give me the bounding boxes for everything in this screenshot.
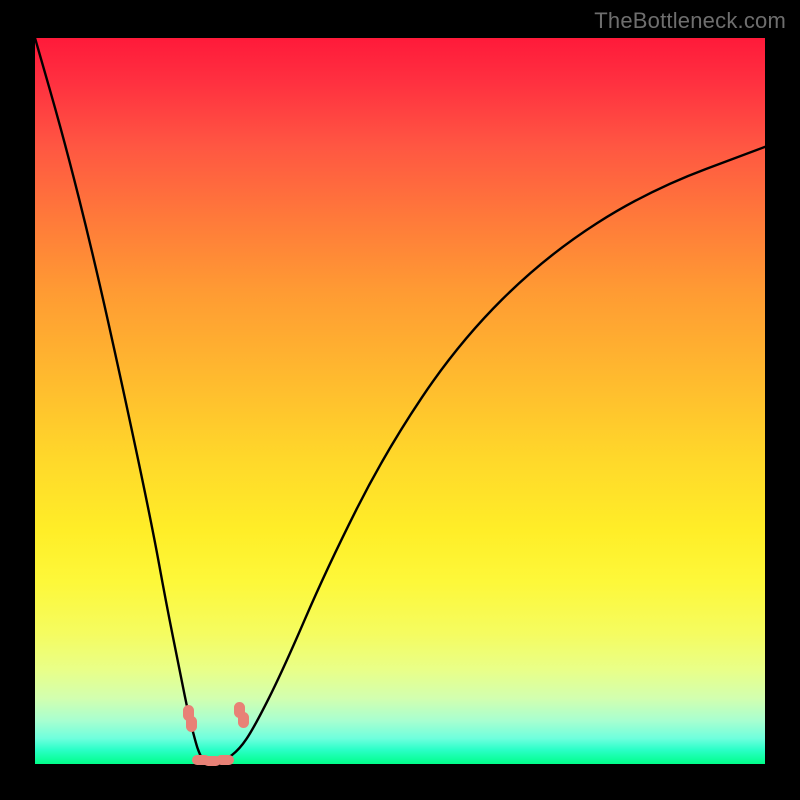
plot-area (35, 38, 765, 764)
marker-right-valley-low (238, 712, 249, 728)
chart-frame: TheBottleneck.com (0, 0, 800, 800)
marker-left-valley-low (186, 716, 197, 732)
marker-bottom-right (216, 755, 234, 765)
watermark-label: TheBottleneck.com (594, 8, 786, 34)
